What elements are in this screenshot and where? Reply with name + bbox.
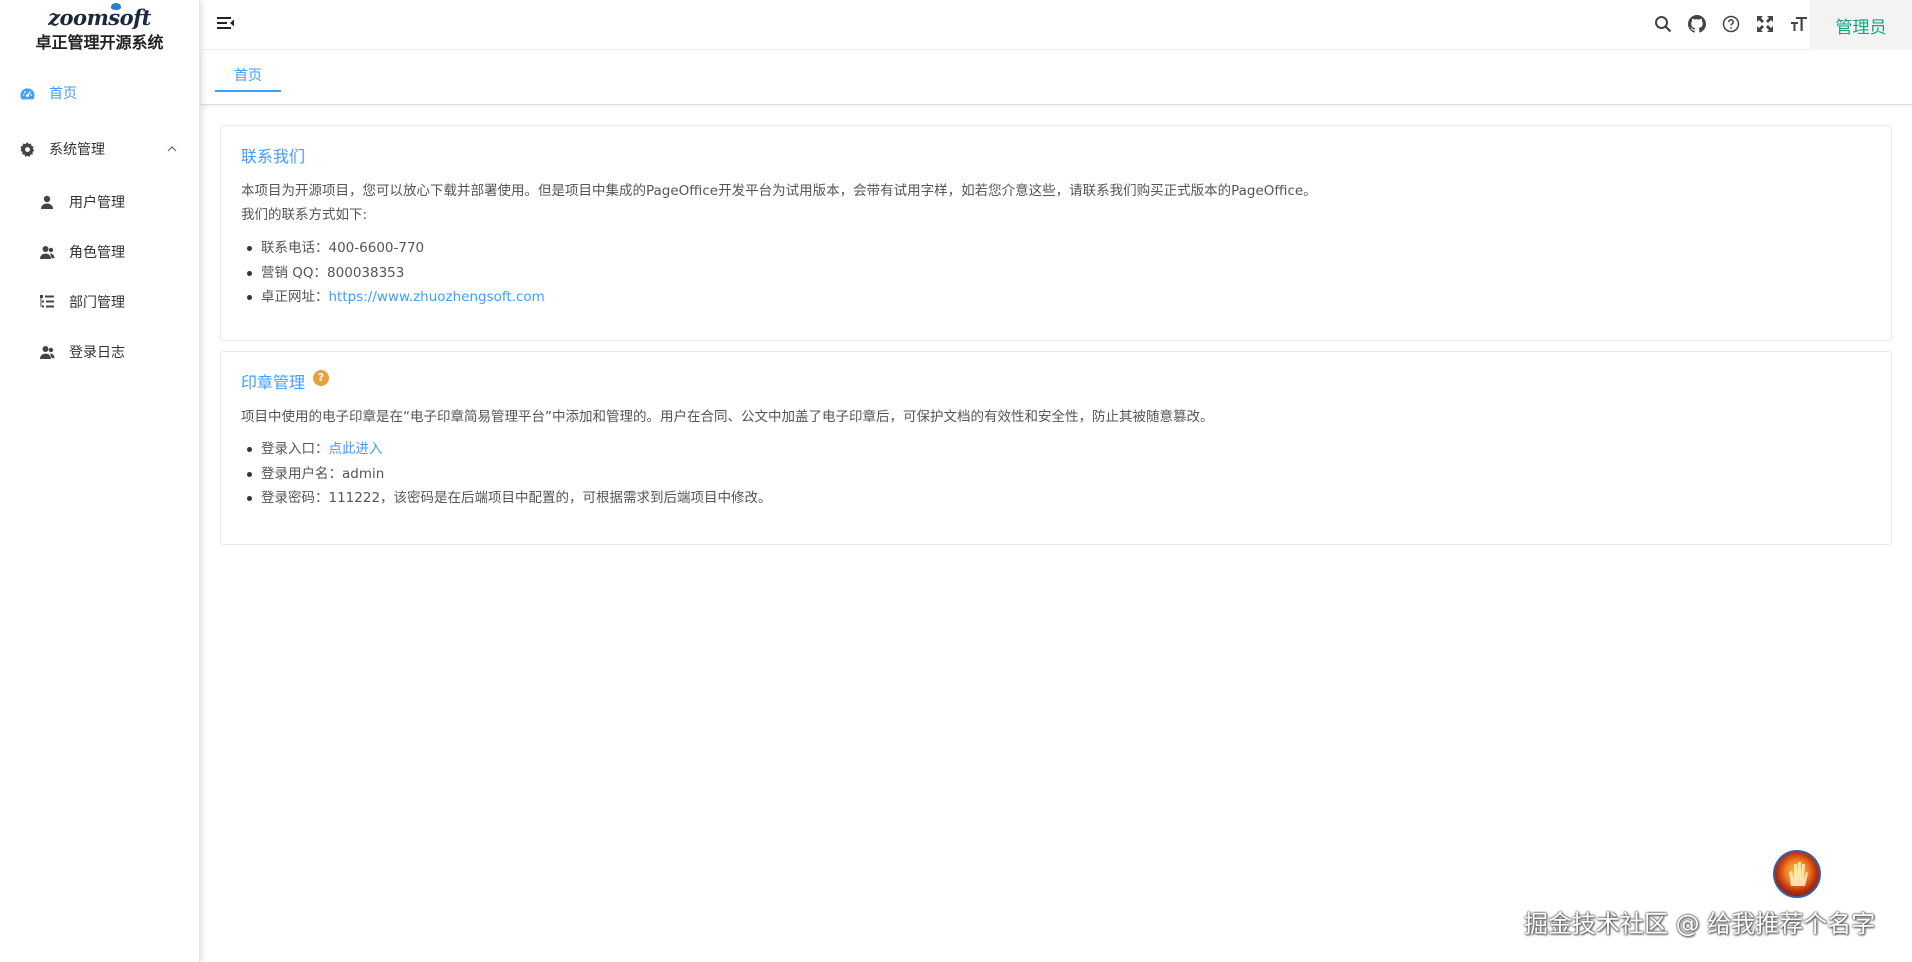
sidebar-item-label: 首页 bbox=[49, 86, 77, 102]
floating-avatar[interactable] bbox=[1773, 850, 1821, 898]
font-size-icon[interactable] bbox=[1788, 13, 1810, 35]
question-badge-icon[interactable]: ? bbox=[313, 370, 329, 386]
list-item: 营销 QQ：800038353 bbox=[247, 261, 545, 286]
logo: zoomsoft 卓正管理开源系统 bbox=[0, 0, 199, 64]
sidebar-item-label: 角色管理 bbox=[69, 245, 125, 261]
sidebar-item-label: 部门管理 bbox=[69, 295, 125, 311]
sidebar-item-users[interactable]: 用户管理 bbox=[0, 177, 200, 227]
sidebar: zoomsoft 卓正管理开源系统 首页 系统管理 用户管理 角色管理 部门管理… bbox=[0, 0, 200, 962]
user-icon bbox=[39, 194, 55, 210]
dashboard-icon bbox=[19, 85, 35, 101]
gear-icon bbox=[19, 141, 35, 157]
watermark: 掘金技术社区 @ 给我推荐个名字 bbox=[1524, 910, 1876, 938]
fullscreen-icon[interactable] bbox=[1754, 13, 1776, 35]
users-log-icon bbox=[39, 344, 55, 360]
sidebar-item-label: 登录日志 bbox=[69, 345, 125, 361]
contact-card: 联系我们 本项目为开源项目，您可以放心下载并部署使用。但是项目中集成的PageO… bbox=[220, 125, 1892, 341]
tree-list-icon bbox=[39, 294, 55, 310]
list-item: 登录入口：点此进入 bbox=[247, 437, 772, 462]
login-entry-link[interactable]: 点此进入 bbox=[329, 441, 383, 457]
contact-subtitle: 我们的联系方式如下: bbox=[241, 207, 368, 223]
system-title: 卓正管理开源系统 bbox=[35, 33, 164, 52]
card-title: 印章管理 bbox=[241, 373, 306, 392]
seal-list: 登录入口：点此进入 登录用户名：admin 登录密码：111222，该密码是在后… bbox=[247, 437, 772, 511]
sidebar-item-system[interactable]: 系统管理 bbox=[0, 124, 200, 174]
logo-dot-icon bbox=[111, 3, 122, 10]
sidebar-item-roles[interactable]: 角色管理 bbox=[0, 227, 200, 277]
users-icon bbox=[39, 244, 55, 260]
tab-home[interactable]: 首页 bbox=[215, 62, 281, 92]
github-icon[interactable] bbox=[1686, 13, 1708, 35]
list-item: 登录用户名：admin bbox=[247, 462, 772, 487]
menu-fold-icon[interactable] bbox=[217, 15, 237, 33]
list-item: 联系电话：400-6600-770 bbox=[247, 236, 545, 261]
help-circle-icon[interactable] bbox=[1720, 13, 1742, 35]
chevron-up-icon bbox=[166, 143, 178, 155]
search-icon[interactable] bbox=[1652, 13, 1674, 35]
logo-wordmark: zoomsoft bbox=[48, 3, 151, 30]
sidebar-item-label: 用户管理 bbox=[69, 195, 125, 211]
hand-icon bbox=[1789, 862, 1808, 886]
user-menu-button[interactable]: 管理员 bbox=[1810, 0, 1912, 50]
sidebar-item-departments[interactable]: 部门管理 bbox=[0, 277, 200, 327]
sidebar-item-label: 系统管理 bbox=[49, 142, 105, 158]
list-item: 卓正网址：https://www.zhuozhengsoft.com bbox=[247, 285, 545, 310]
sidebar-item-home[interactable]: 首页 bbox=[0, 68, 200, 118]
contact-intro: 本项目为开源项目，您可以放心下载并部署使用。但是项目中集成的PageOffice… bbox=[241, 183, 1317, 199]
card-title: 联系我们 bbox=[241, 147, 306, 166]
contact-list: 联系电话：400-6600-770 营销 QQ：800038353 卓正网址：h… bbox=[247, 236, 545, 310]
website-link[interactable]: https://www.zhuozhengsoft.com bbox=[329, 289, 545, 305]
seal-intro: 项目中使用的电子印章是在“电子印章简易管理平台”中添加和管理的。用户在合同、公文… bbox=[241, 409, 1214, 425]
sidebar-item-login-log[interactable]: 登录日志 bbox=[0, 327, 200, 377]
list-item: 登录密码：111222，该密码是在后端项目中配置的，可根据需求到后端项目中修改。 bbox=[247, 486, 772, 511]
top-header: 管理员 bbox=[201, 0, 1912, 50]
seal-card: 印章管理 ? 项目中使用的电子印章是在“电子印章简易管理平台”中添加和管理的。用… bbox=[220, 351, 1892, 545]
tabs-bar: 首页 bbox=[201, 51, 1912, 105]
